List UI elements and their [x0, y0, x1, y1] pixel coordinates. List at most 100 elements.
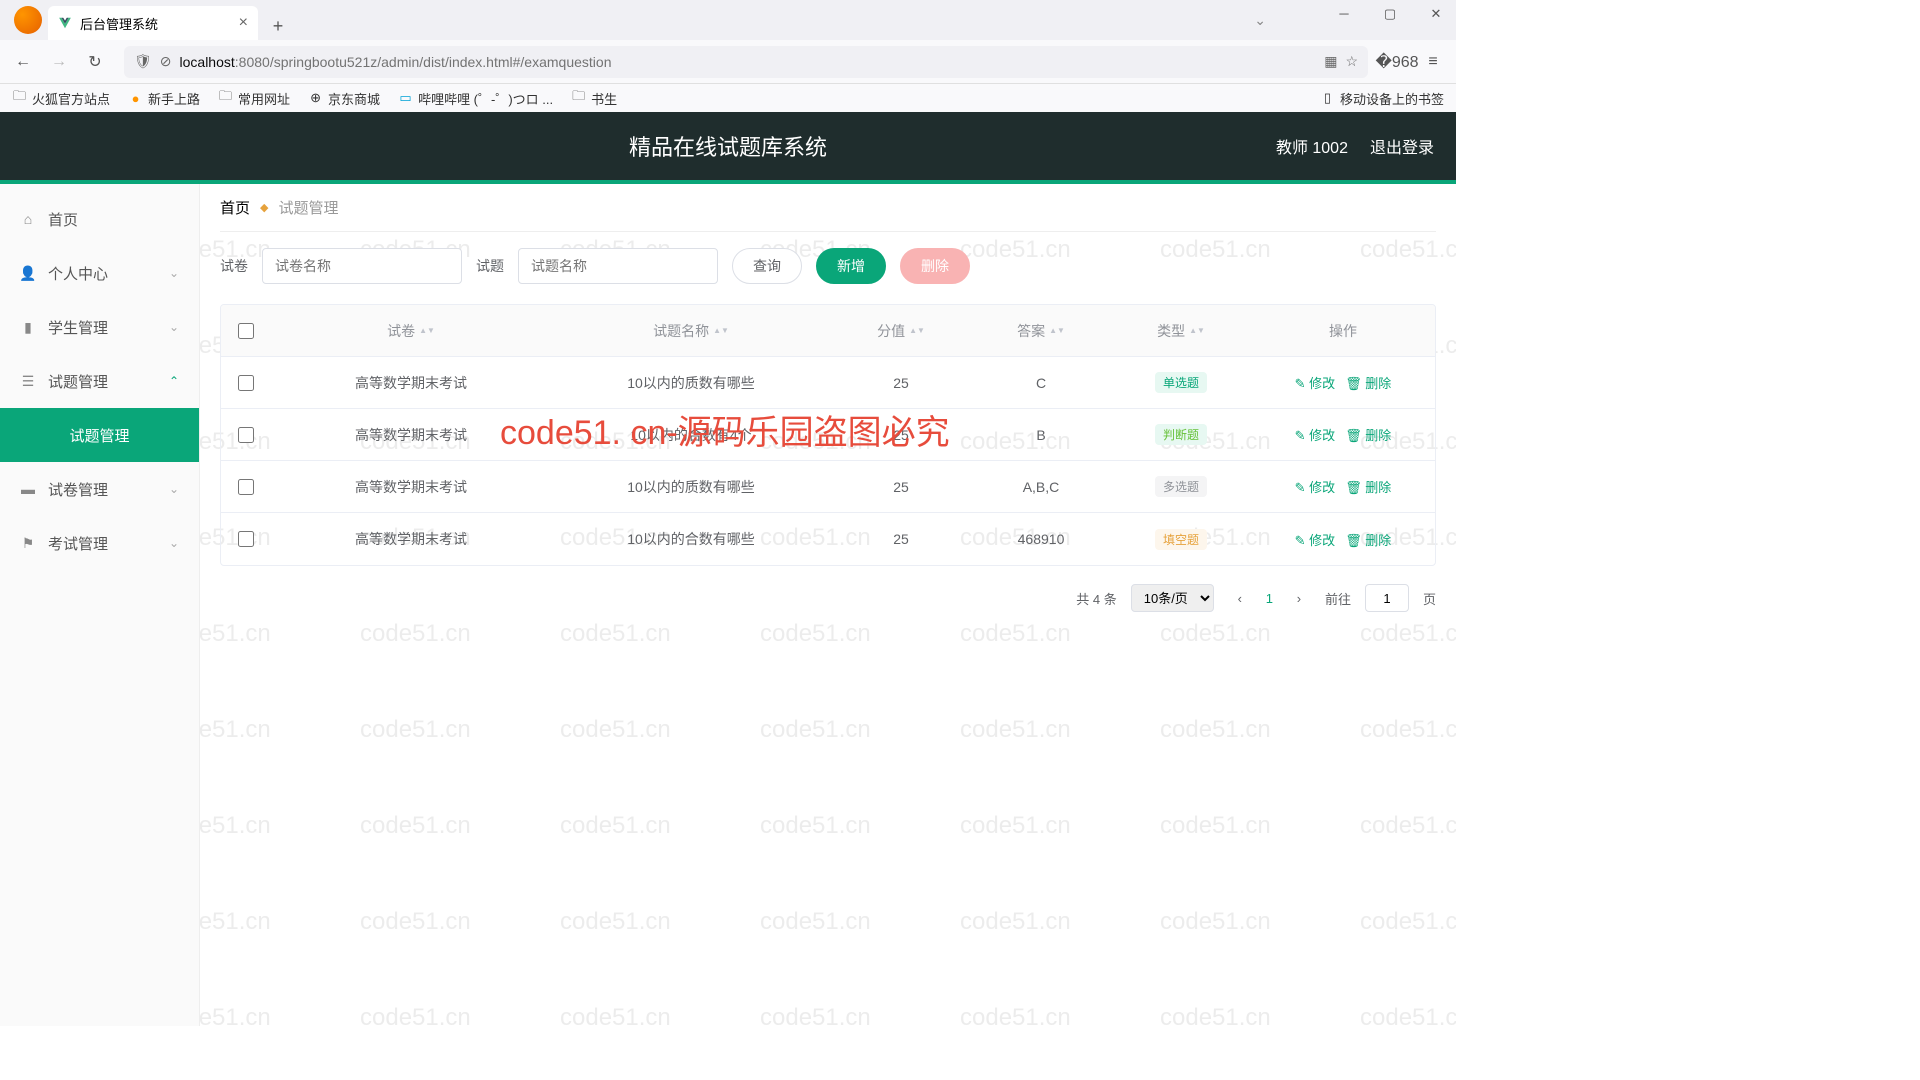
sort-icon: ▲▼ [419, 328, 435, 334]
pager-goto-label: 前往 [1325, 589, 1351, 608]
sort-icon: ▲▼ [1189, 328, 1205, 334]
app-title: 精品在线试题库系统 [629, 130, 827, 162]
edit-button[interactable]: ✎ 修改 [1295, 477, 1336, 496]
bookmark-mobile[interactable]: ▯移动设备上的书签 [1320, 89, 1444, 108]
edit-button[interactable]: ✎ 修改 [1295, 425, 1336, 444]
bars-icon: ▮ [20, 319, 36, 336]
window-close-icon[interactable]: ✕ [1422, 6, 1450, 22]
chevron-up-icon: ⌃ [169, 374, 179, 388]
sidebar-home[interactable]: ⌂ 首页 [0, 192, 199, 246]
cell-answer: C [971, 375, 1111, 391]
search-button[interactable]: 查询 [732, 248, 802, 284]
pager-page-suffix: 页 [1423, 589, 1436, 608]
sidebar-item-exam[interactable]: ⚑ 考试管理 ⌄ [0, 516, 199, 570]
col-paper[interactable]: 试卷▲▼ [271, 321, 551, 341]
menu-icon[interactable]: ≡ [1418, 47, 1448, 77]
pager-next-icon[interactable]: › [1287, 586, 1311, 610]
table-row: 高等数学期末考试10以内的合数有哪些25468910填空题✎ 修改🗑 删除 [221, 513, 1435, 565]
filter-input-question[interactable] [518, 248, 718, 284]
window-maximize-icon[interactable]: ▢ [1376, 6, 1404, 22]
nav-forward-button[interactable]: → [44, 47, 74, 77]
user-label: 教师 1002 [1276, 134, 1348, 158]
window-minimize-icon[interactable]: ─ [1330, 6, 1358, 22]
row-delete-button[interactable]: 🗑 删除 [1345, 530, 1391, 549]
row-checkbox[interactable] [238, 427, 254, 443]
crumb-separator-icon: ◆ [260, 201, 268, 214]
cell-question: 10以内的质数有哪些 [551, 477, 831, 497]
col-type[interactable]: 类型▲▼ [1111, 321, 1251, 341]
delete-button[interactable]: 删除 [900, 248, 970, 284]
extensions-icon[interactable]: �968 [1382, 47, 1412, 77]
checkbox-all[interactable] [238, 323, 254, 339]
chevron-down-icon[interactable]: ⌄ [1254, 12, 1266, 29]
row-checkbox[interactable] [238, 531, 254, 547]
address-bar[interactable]: 🛡 ⊘ localhost:8080/springbootu521z/admin… [124, 46, 1368, 78]
col-answer[interactable]: 答案▲▼ [971, 321, 1111, 341]
bookmark-star-icon[interactable]: ☆ [1345, 53, 1358, 70]
vue-favicon-icon [58, 16, 72, 30]
row-delete-button[interactable]: 🗑 删除 [1345, 373, 1391, 392]
bilibili-icon: ▭ [398, 91, 413, 106]
browser-tab[interactable]: 后台管理系统 × [48, 6, 258, 40]
bookmark-item[interactable]: 🗀书生 [571, 89, 617, 108]
sidebar-item-question[interactable]: ☰ 试题管理 ⌃ [0, 354, 199, 408]
edit-button[interactable]: ✎ 修改 [1295, 373, 1336, 392]
new-tab-button[interactable]: + [264, 12, 292, 40]
pager-prev-icon[interactable]: ‹ [1228, 586, 1252, 610]
bookmark-item[interactable]: ●新手上路 [128, 89, 200, 108]
home-icon: ⌂ [20, 211, 36, 227]
pager-size-select[interactable]: 10条/页 [1131, 584, 1214, 612]
mobile-icon: ▯ [1320, 91, 1335, 106]
cell-type: 判断题 [1111, 424, 1251, 445]
tab-title: 后台管理系统 [80, 14, 158, 33]
chevron-down-icon: ⌄ [169, 266, 179, 280]
table-row: 高等数学期末考试10以内的合数有4个25B判断题✎ 修改🗑 删除 [221, 409, 1435, 461]
crumb-current: 试题管理 [278, 197, 338, 218]
shield-icon: 🛡 [134, 53, 152, 70]
add-button[interactable]: 新增 [816, 248, 886, 284]
bookmark-item[interactable]: 🗀常用网址 [218, 89, 290, 108]
filter-label-paper: 试卷 [220, 256, 248, 276]
filter-input-paper[interactable] [262, 248, 462, 284]
sort-icon: ▲▼ [713, 328, 729, 334]
crumb-home[interactable]: 首页 [220, 197, 250, 218]
url-text: localhost:8080/springbootu521z/admin/dis… [180, 54, 612, 70]
row-checkbox[interactable] [238, 479, 254, 495]
row-delete-button[interactable]: 🗑 删除 [1345, 477, 1391, 496]
cell-score: 25 [831, 479, 971, 495]
cell-question: 10以内的合数有4个 [551, 425, 831, 445]
row-checkbox[interactable] [238, 375, 254, 391]
cell-question: 10以内的合数有哪些 [551, 529, 831, 549]
jd-icon: ⊕ [308, 91, 323, 106]
pager-goto-input[interactable] [1365, 584, 1409, 612]
cell-score: 25 [831, 427, 971, 443]
bookmark-item[interactable]: ▭哔哩哔哩 (゜-゜)つロ ... [398, 89, 553, 108]
cell-question: 10以内的质数有哪些 [551, 373, 831, 393]
cell-answer: A,B,C [971, 479, 1111, 495]
sort-icon: ▲▼ [909, 328, 925, 334]
folder-icon: 🗀 [218, 91, 233, 106]
qr-icon[interactable]: ▦ [1324, 53, 1337, 70]
sidebar-item-profile[interactable]: 👤 个人中心 ⌄ [0, 246, 199, 300]
filter-label-question: 试题 [476, 256, 504, 276]
sidebar-item-paper[interactable]: ▬ 试卷管理 ⌄ [0, 462, 199, 516]
cell-answer: 468910 [971, 531, 1111, 547]
tab-close-icon[interactable]: × [239, 14, 248, 32]
row-delete-button[interactable]: 🗑 删除 [1345, 425, 1391, 444]
breadcrumb: 首页 ◆ 试题管理 [220, 184, 1436, 232]
logout-button[interactable]: 退出登录 [1370, 134, 1434, 158]
nav-reload-button[interactable]: ↻ [80, 47, 110, 77]
nav-back-button[interactable]: ← [8, 47, 38, 77]
chevron-down-icon: ⌄ [169, 536, 179, 550]
firefox-logo-icon [14, 6, 42, 34]
pager-current[interactable]: 1 [1266, 591, 1273, 606]
list-icon: ☰ [20, 373, 36, 390]
col-question[interactable]: 试题名称▲▼ [551, 321, 831, 341]
sort-icon: ▲▼ [1049, 328, 1065, 334]
edit-button[interactable]: ✎ 修改 [1295, 530, 1336, 549]
bookmark-item[interactable]: 🗀火狐官方站点 [12, 89, 110, 108]
bookmark-item[interactable]: ⊕京东商城 [308, 89, 380, 108]
sidebar-subitem-question[interactable]: 试题管理 [0, 408, 199, 462]
col-score[interactable]: 分值▲▼ [831, 321, 971, 341]
sidebar-item-student[interactable]: ▮ 学生管理 ⌄ [0, 300, 199, 354]
